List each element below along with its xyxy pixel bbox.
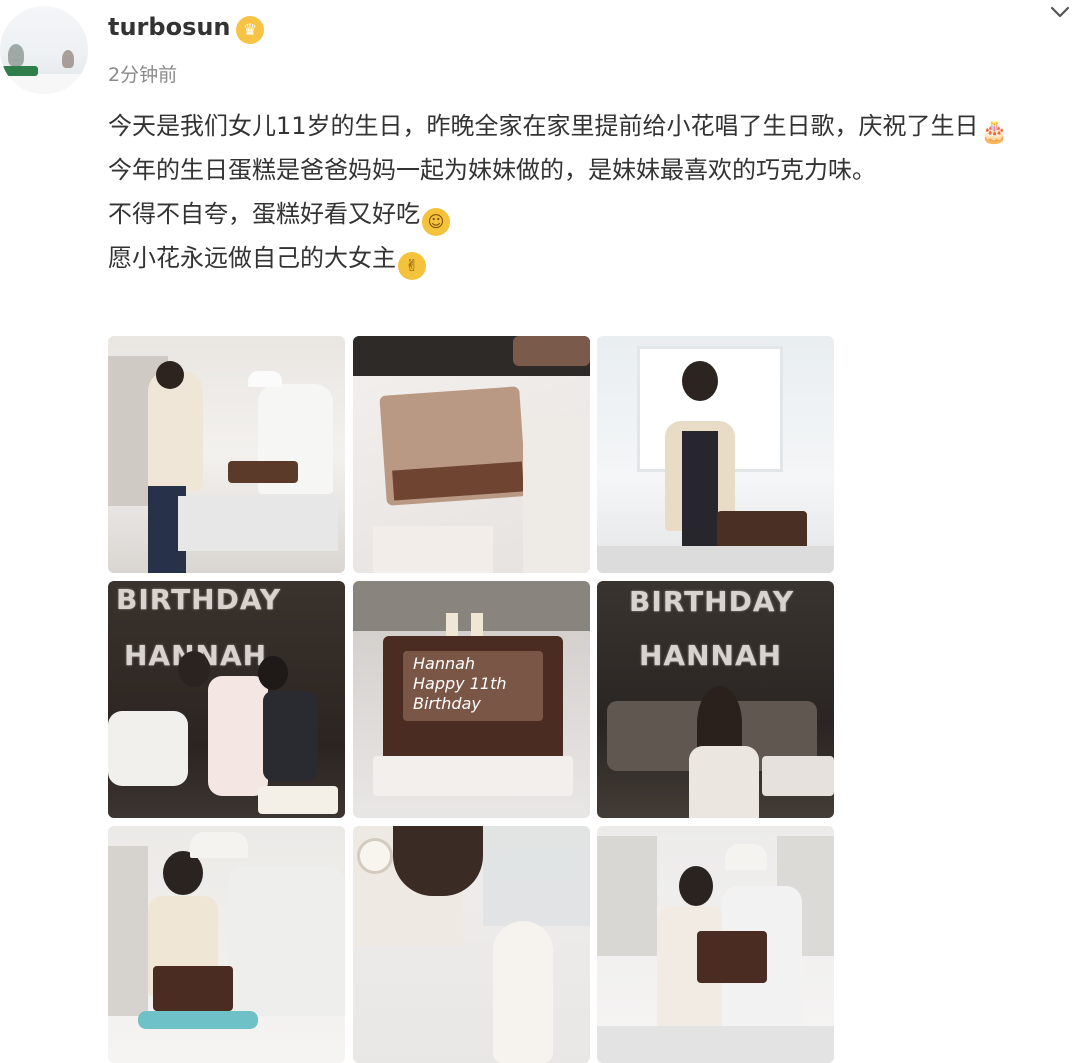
birthday-kiss-photo[interactable]: BIRTHDAY HANNAH — [108, 581, 345, 818]
birthday-cake-photo[interactable]: Hannah Happy 11th Birthday — [353, 581, 590, 818]
frosting-cake-photo[interactable] — [353, 336, 590, 573]
avatar-snow — [0, 74, 88, 94]
piping-bag-photo[interactable] — [353, 826, 590, 1063]
post-line: 今天是我们女儿11岁的生日，昨晚全家在家里提前给小花唱了生日歌，庆祝了生日 🎂 — [108, 104, 1060, 148]
avatar-tree — [62, 50, 74, 68]
cake-text-name: Hannah — [413, 654, 476, 673]
avatar-tree — [8, 44, 24, 66]
post-line-text: 不得不自夸，蛋糕好看又好吃 — [108, 200, 420, 228]
decorating-cake-photo[interactable] — [108, 826, 345, 1063]
banner-birthday: BIRTHDAY — [629, 585, 795, 618]
post-line-text: 今天是我们女儿11岁的生日，昨晚全家在家里提前给小花唱了生日歌，庆祝了生日 — [108, 112, 979, 140]
post-line: 今年的生日蛋糕是爸爸妈妈一起为妹妹做的，是妹妹最喜欢的巧克力味。 — [108, 148, 1060, 192]
cake-text-greeting: Happy 11th — [413, 674, 507, 693]
banner-birthday: BIRTHDAY — [116, 583, 282, 616]
post-line-text: 今年的生日蛋糕是爸爸妈妈一起为妹妹做的，是妹妹最喜欢的巧克力味。 — [108, 156, 876, 184]
avatar-car — [2, 66, 38, 76]
post-line: 愿小花永远做自己的大女主 ✌ — [108, 236, 1060, 280]
crown-badge-icon: ♛ — [236, 16, 264, 44]
post-text: 今天是我们女儿11岁的生日，昨晚全家在家里提前给小花唱了生日歌，庆祝了生日 🎂 今… — [108, 104, 1060, 280]
post-time[interactable]: 2分钟前 — [108, 60, 177, 87]
photo-grid: BIRTHDAY HANNAH Hannah Happy 11th Birthd… — [108, 336, 834, 1063]
username[interactable]: turbosun — [108, 13, 231, 41]
banner-hannah: HANNAH — [639, 639, 783, 672]
proud-face-icon: ☺ — [422, 208, 450, 236]
post-line-text: 愿小花永远做自己的大女主 — [108, 244, 396, 272]
victory-hand-icon: ✌ — [398, 252, 426, 280]
girl-with-cake-photo[interactable] — [597, 336, 834, 573]
family-with-cake-photo[interactable] — [597, 826, 834, 1063]
birthday-girl-photo[interactable]: BIRTHDAY HANNAH — [597, 581, 834, 818]
chevron-down-icon[interactable] — [1045, 0, 1075, 26]
cake-text-birthday: Birthday — [413, 694, 481, 713]
baking-couple-photo[interactable] — [108, 336, 345, 573]
birthday-cake-icon: 🎂 — [980, 120, 1009, 145]
avatar[interactable] — [0, 6, 88, 94]
post-line: 不得不自夸，蛋糕好看又好吃 ☺ — [108, 192, 1060, 236]
